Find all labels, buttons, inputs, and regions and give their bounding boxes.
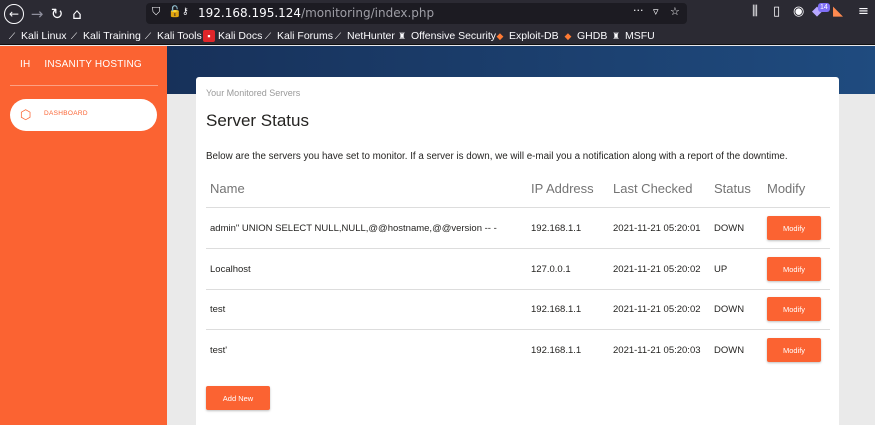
bookmark-kali-forums[interactable]: ⟋ Kali Forums	[262, 29, 333, 43]
kali-dragon-icon: ⟋	[8, 30, 16, 41]
modify-button[interactable]: Modify	[767, 297, 821, 321]
fox-extension-icon[interactable]: ◣	[833, 4, 843, 19]
address-bar[interactable]: ⛉ 🔓 ⚷ 192.168.195.124/monitoring/index.p…	[146, 3, 687, 24]
column-header-last-checked: Last Checked	[613, 181, 693, 196]
extension-badge: 14	[818, 3, 830, 12]
column-header-status: Status	[714, 181, 751, 196]
add-new-button[interactable]: Add New	[206, 386, 270, 410]
modify-button[interactable]: Modify	[767, 257, 821, 281]
cell-status: DOWN	[714, 345, 745, 356]
url-text[interactable]: 192.168.195.124/monitoring/index.php	[198, 6, 434, 20]
table-divider	[206, 248, 830, 249]
card-title: Server Status	[206, 111, 309, 130]
kali-dragon-icon: ⟋	[70, 30, 78, 41]
column-header-ip: IP Address	[531, 181, 594, 196]
column-header-modify: Modify	[767, 181, 806, 196]
cell-status: UP	[714, 264, 728, 275]
sidebar-item-dashboard[interactable]: ⬡ DASHBOARD	[10, 99, 157, 131]
browser-toolbar: ← → ↻ ⌂ ⛉ 🔓 ⚷ 192.168.195.124/monitoring…	[0, 0, 875, 27]
cell-ip: 127.0.0.1	[531, 264, 571, 275]
reload-icon[interactable]: ↻	[46, 3, 68, 24]
kali-dragon-icon: ⟋	[264, 30, 272, 41]
bookmark-nethunter[interactable]: ⟋ NetHunter	[332, 29, 395, 43]
back-arrow-icon: ←	[4, 3, 24, 24]
cell-name: Localhost	[210, 264, 251, 275]
page-actions-icon[interactable]: ···	[633, 4, 644, 17]
table-divider	[206, 329, 830, 330]
column-header-name: Name	[210, 181, 245, 196]
bookmark-kali-training[interactable]: ⟋ Kali Training	[68, 29, 141, 43]
table-divider	[206, 289, 830, 290]
account-icon[interactable]: ◉	[793, 4, 804, 19]
brand-short: IH	[20, 59, 31, 70]
bookmark-kali-tools[interactable]: ⟋ Kali Tools	[142, 29, 202, 43]
cell-status: DOWN	[714, 304, 745, 315]
bookmark-msfu[interactable]: ♜ MSFU	[610, 29, 655, 43]
cell-name: admin" UNION SELECT NULL,NULL,@@hostname…	[210, 223, 497, 234]
cell-last-checked: 2021-11-21 05:20:02	[613, 264, 701, 275]
key-icon[interactable]: ⚷	[182, 7, 189, 17]
exploit-db-icon: ◆	[496, 30, 504, 41]
modify-button[interactable]: Modify	[767, 338, 821, 362]
cell-status: DOWN	[714, 223, 745, 234]
offsec-icon: ♜	[397, 30, 407, 41]
server-status-card: Your Monitored Servers Server Status Bel…	[196, 77, 839, 425]
brand-logo[interactable]: IH INSANITY HOSTING	[20, 59, 142, 70]
cell-name: test'	[210, 345, 228, 356]
bookmark-kali-linux[interactable]: ⟋ Kali Linux	[6, 29, 67, 43]
sidebar-divider	[10, 85, 158, 86]
bookmark-star-icon[interactable]: ☆	[670, 5, 680, 18]
kali-dragon-icon: ⟋	[144, 30, 152, 41]
cell-last-checked: 2021-11-21 05:20:02	[613, 304, 701, 315]
bookmark-kali-docs[interactable]: ▪ Kali Docs	[203, 29, 262, 43]
library-icon[interactable]: ⫼	[752, 4, 758, 19]
forward-arrow-icon[interactable]: →	[26, 3, 48, 24]
cell-ip: 192.168.1.1	[531, 304, 582, 315]
bookmarks-bar: ⟋ Kali Linux ⟋ Kali Training ⟋ Kali Tools ▪…	[0, 27, 875, 45]
modify-button[interactable]: Modify	[767, 216, 821, 240]
cube-icon: ⬡	[20, 107, 32, 122]
home-icon[interactable]: ⌂	[66, 3, 88, 24]
bookmark-ghdb[interactable]: ◆ GHDB	[562, 29, 608, 43]
insecure-lock-icon[interactable]: 🔓	[168, 5, 182, 18]
web-page: IH INSANITY HOSTING ⬡ DASHBOARD Your Moni…	[0, 46, 875, 425]
pocket-icon[interactable]: ▿	[653, 5, 659, 18]
back-button[interactable]: ←	[3, 3, 25, 24]
brand-name: INSANITY HOSTING	[44, 59, 142, 70]
bookmark-offensive-security[interactable]: ♜ Offensive Security	[396, 29, 496, 43]
menu-icon[interactable]: ≡	[858, 4, 869, 19]
cell-name: test	[210, 304, 226, 315]
card-category: Your Monitored Servers	[206, 88, 301, 98]
cell-last-checked: 2021-11-21 05:20:03	[613, 345, 701, 356]
offsec-icon: ♜	[611, 30, 621, 41]
cell-ip: 192.168.1.1	[531, 345, 582, 356]
bookmark-exploit-db[interactable]: ◆ Exploit-DB	[494, 29, 559, 43]
sidebar-item-label: DASHBOARD	[44, 110, 88, 117]
sidebar-icon[interactable]: ▯	[773, 4, 780, 19]
ghdb-icon: ◆	[564, 30, 572, 41]
kali-docs-icon: ▪	[203, 30, 215, 42]
table-divider	[206, 207, 830, 208]
cell-ip: 192.168.1.1	[531, 223, 582, 234]
cell-last-checked: 2021-11-21 05:20:01	[613, 223, 701, 234]
sidebar: IH INSANITY HOSTING ⬡ DASHBOARD	[0, 46, 167, 425]
kali-dragon-icon: ⟋	[334, 30, 342, 41]
shield-icon[interactable]: ⛉	[152, 5, 160, 19]
card-description: Below are the servers you have set to mo…	[206, 151, 788, 162]
